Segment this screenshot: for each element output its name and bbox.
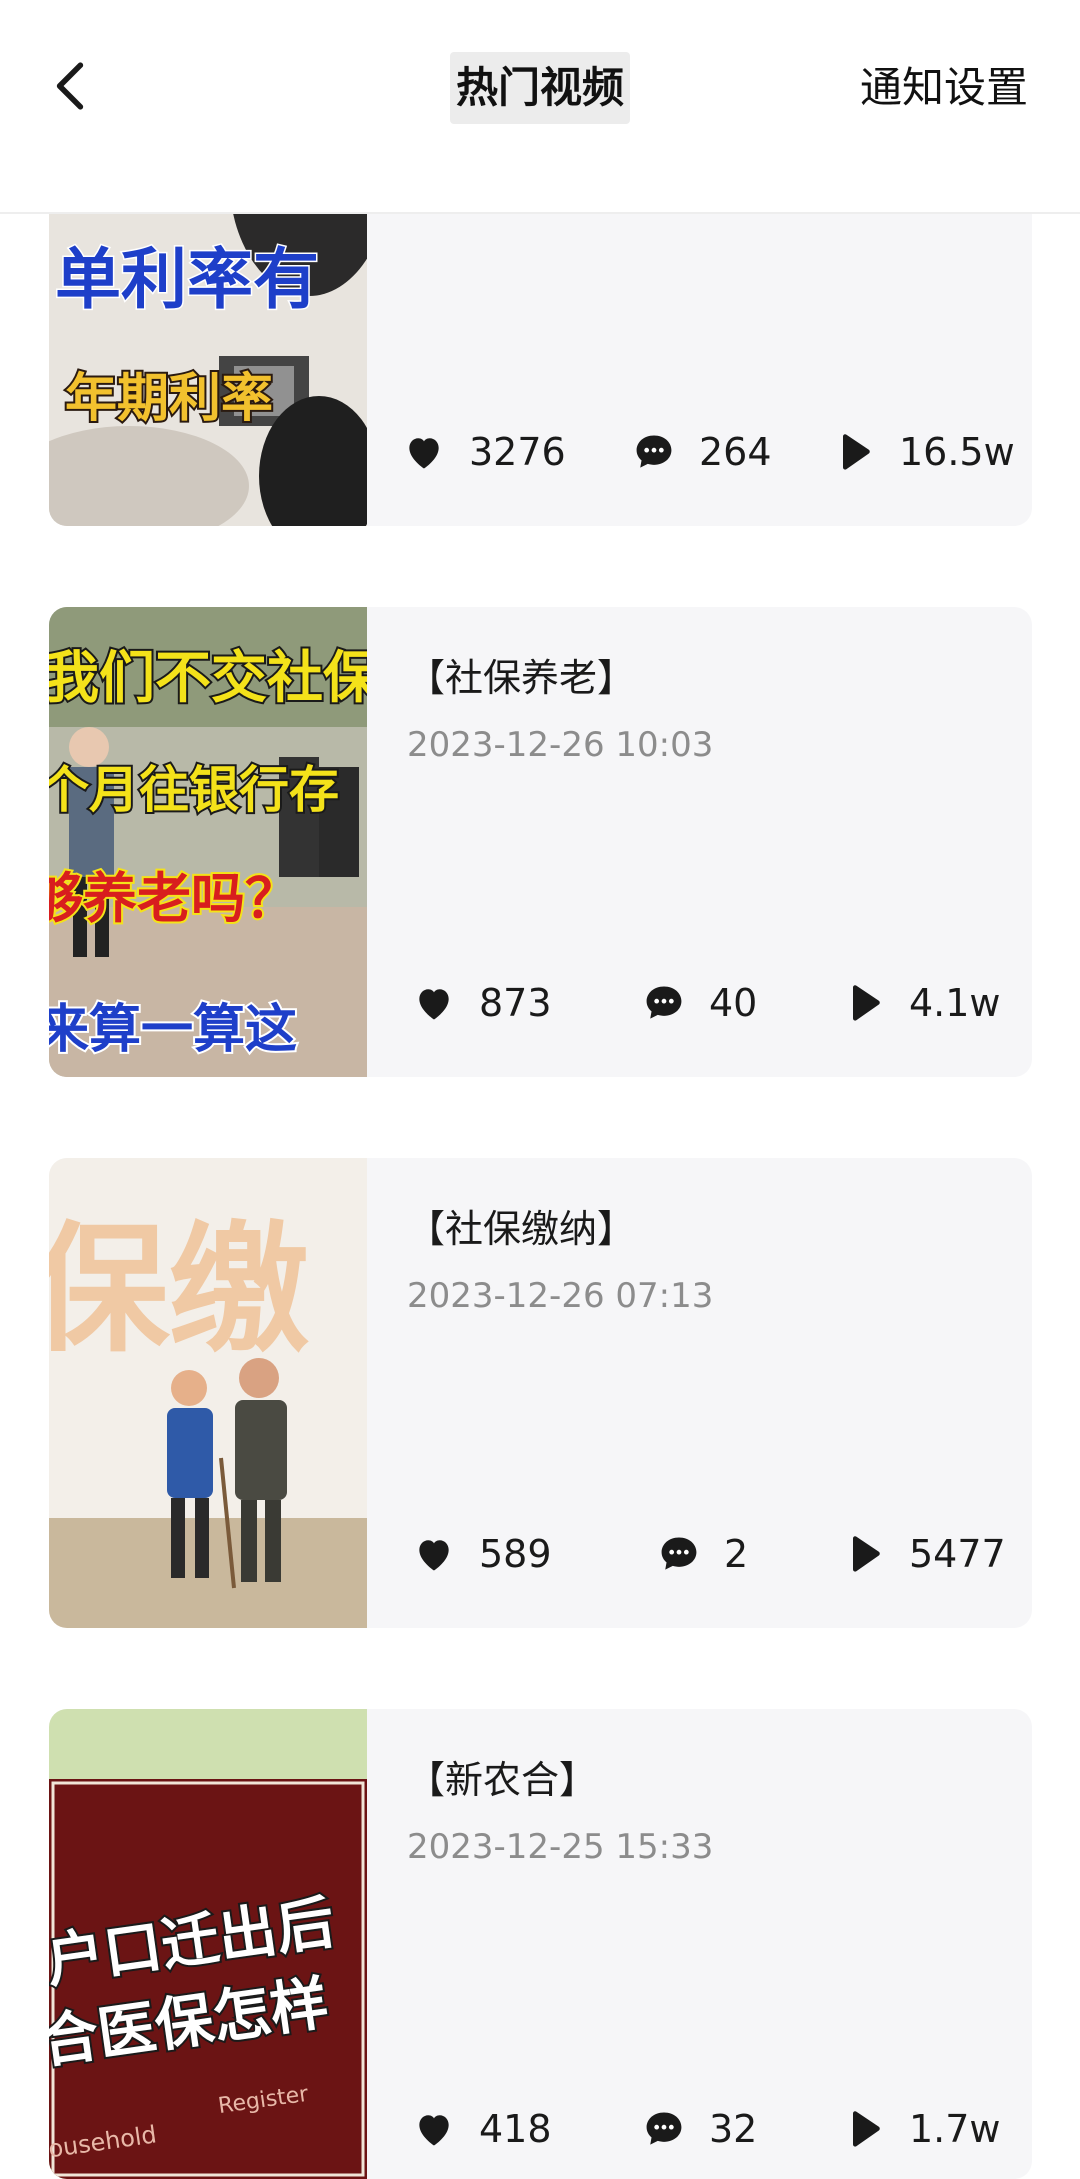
play-count: 4.1w — [909, 981, 1001, 1025]
comment-bubble-icon — [654, 1529, 704, 1579]
like-count: 418 — [479, 2107, 552, 2151]
play-icon — [839, 1529, 889, 1579]
comment-bubble-icon — [639, 2104, 689, 2154]
video-thumbnail-image: 我们不交社保 个月往银行存 够养老吗？ 来算一算这 — [49, 607, 367, 1077]
like-stat[interactable]: 873 — [409, 973, 552, 1033]
video-stats: 589 2 5477 — [399, 1524, 1032, 1584]
video-title: 【新农合】 — [407, 1758, 598, 1802]
comment-count: 2 — [724, 1532, 749, 1576]
notification-settings-link[interactable]: 通知设置 — [860, 52, 1028, 124]
like-count: 589 — [479, 1532, 552, 1576]
like-count: 3276 — [469, 430, 566, 474]
video-card[interactable]: 保缴 【社保缴纳】 2023-12-26 07:13 589 2 5477 — [49, 1158, 1032, 1628]
thumb-caption: 我们不交社保 — [49, 646, 367, 711]
like-count: 873 — [479, 981, 552, 1025]
comment-stat[interactable]: 2 — [654, 1524, 748, 1584]
video-title: 【社保缴纳】 — [407, 1207, 636, 1251]
comment-count: 264 — [699, 430, 772, 474]
comment-stat[interactable]: 32 — [639, 2099, 757, 2159]
thumb-caption: 保缴 — [49, 1209, 309, 1372]
play-icon — [829, 427, 879, 477]
play-icon — [839, 978, 889, 1028]
heart-icon — [409, 978, 459, 1028]
video-date: 2023-12-26 07:13 — [407, 1276, 714, 1316]
heart-icon — [399, 427, 449, 477]
back-button[interactable] — [40, 50, 100, 122]
video-list: 单利率有 年期利率 3276 264 16.5w 我们不交社保 个月往银行存 够… — [0, 0, 1080, 2179]
page-title: 热门视频 — [450, 52, 630, 124]
video-thumbnail-image: 保缴 — [49, 1158, 367, 1628]
like-stat[interactable]: 418 — [409, 2099, 552, 2159]
play-stat[interactable]: 16.5w — [829, 422, 1015, 482]
play-count: 5477 — [909, 1532, 1006, 1576]
video-thumbnail[interactable]: 户口迁出后 合医保怎样 Register ousehold — [49, 1709, 367, 2179]
like-stat[interactable]: 589 — [409, 1524, 552, 1584]
comment-bubble-icon — [629, 427, 679, 477]
comment-stat[interactable]: 264 — [629, 422, 772, 482]
video-date: 2023-12-25 15:33 — [407, 1827, 714, 1867]
comment-count: 32 — [709, 2107, 758, 2151]
thumb-caption: 年期利率 — [65, 369, 273, 429]
thumb-caption: 够养老吗？ — [49, 867, 299, 930]
play-count: 16.5w — [899, 430, 1015, 474]
video-card[interactable]: 户口迁出后 合医保怎样 Register ousehold 【新农合】 2023… — [49, 1709, 1032, 2179]
comment-stat[interactable]: 40 — [639, 973, 757, 1033]
thumb-caption: 来算一算这 — [49, 1000, 297, 1060]
like-stat[interactable]: 3276 — [399, 422, 566, 482]
comment-bubble-icon — [639, 978, 689, 1028]
play-stat[interactable]: 1.7w — [839, 2099, 1001, 2159]
video-thumbnail-image: 户口迁出后 合医保怎样 Register ousehold — [49, 1709, 367, 2179]
heart-icon — [409, 1529, 459, 1579]
video-card[interactable]: 我们不交社保 个月往银行存 够养老吗？ 来算一算这 【社保养老】 2023-12… — [49, 607, 1032, 1077]
video-thumbnail[interactable]: 保缴 — [49, 1158, 367, 1628]
chevron-left-icon — [56, 62, 84, 110]
play-stat[interactable]: 4.1w — [839, 973, 1001, 1033]
heart-icon — [409, 2104, 459, 2154]
video-thumbnail[interactable]: 我们不交社保 个月往银行存 够养老吗？ 来算一算这 — [49, 607, 367, 1077]
thumb-caption: 单利率有 — [55, 241, 319, 318]
top-navigation-bar: 热门视频 通知设置 — [0, 0, 1080, 214]
video-date: 2023-12-26 10:03 — [407, 725, 714, 765]
video-title: 【社保养老】 — [407, 656, 636, 700]
thumb-caption: 个月往银行存 — [49, 761, 339, 819]
play-icon — [839, 2104, 889, 2154]
comment-count: 40 — [709, 981, 758, 1025]
video-stats: 873 40 4.1w — [399, 973, 1032, 1033]
play-count: 1.7w — [909, 2107, 1001, 2151]
play-stat[interactable]: 5477 — [839, 1524, 1006, 1584]
video-stats: 418 32 1.7w — [399, 2099, 1032, 2159]
video-stats: 3276 264 16.5w — [399, 422, 1032, 482]
